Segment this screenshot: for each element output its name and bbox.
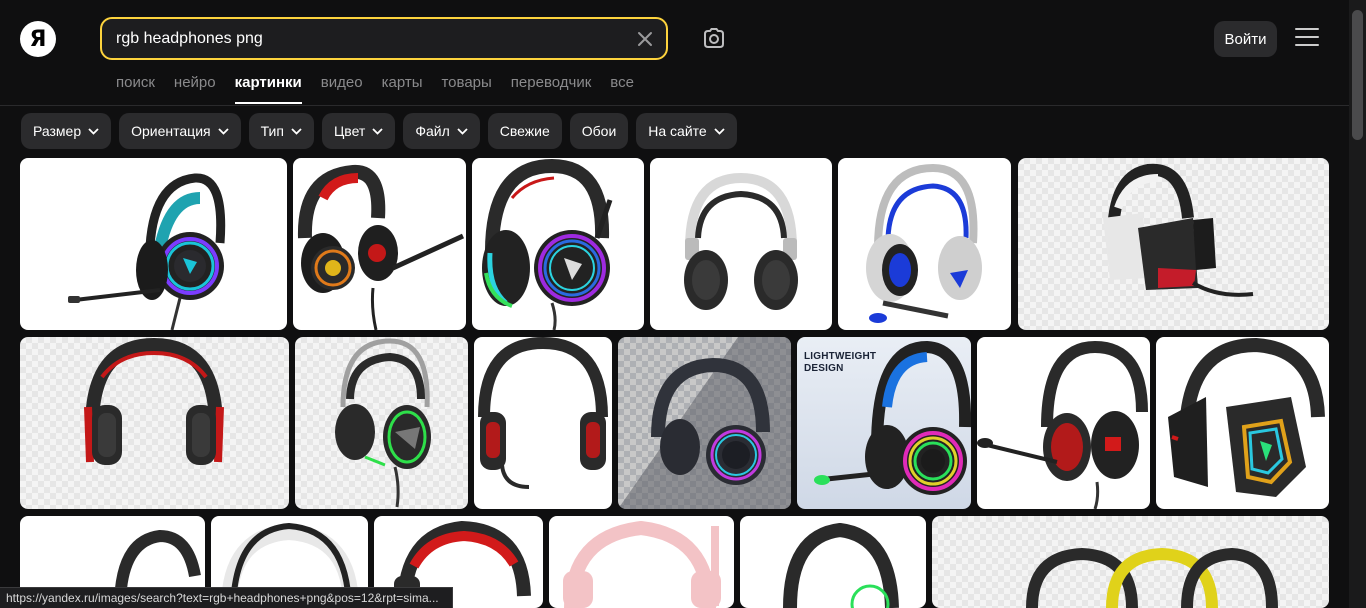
image-result[interactable] — [549, 516, 734, 608]
image-result[interactable] — [977, 337, 1150, 509]
filter-size[interactable]: Размер — [21, 113, 112, 149]
image-result[interactable] — [293, 158, 466, 330]
camera-search-icon[interactable] — [700, 25, 728, 53]
tab-video[interactable]: видео — [321, 74, 363, 104]
headphones-image — [335, 338, 431, 508]
headphones-image — [68, 173, 226, 330]
image-result[interactable] — [295, 337, 468, 509]
filter-on-site[interactable]: На сайте — [636, 113, 737, 149]
filter-color[interactable]: Цвет — [321, 113, 396, 149]
filter-label: Цвет — [333, 123, 366, 139]
image-result[interactable] — [472, 158, 644, 330]
filter-label: Файл — [415, 123, 450, 139]
headphones-image — [618, 337, 791, 509]
headphones-image — [482, 158, 613, 330]
yandex-logo[interactable]: Я — [20, 21, 56, 57]
filter-orientation[interactable]: Ориентация — [119, 113, 241, 149]
image-result[interactable] — [740, 516, 926, 608]
filter-label: Свежие — [499, 123, 550, 139]
filter-label: Обои — [581, 123, 617, 139]
headphones-image — [563, 520, 721, 608]
tab-search[interactable]: поиск — [116, 74, 155, 104]
image-result[interactable] — [1156, 337, 1329, 509]
chevron-down-icon — [457, 127, 468, 135]
filter-label: На сайте — [648, 123, 707, 139]
chevron-down-icon — [714, 127, 725, 135]
chevron-down-icon — [291, 127, 302, 135]
search-tabs: поиск нейро картинки видео карты товары … — [116, 74, 653, 104]
image-result[interactable] — [618, 337, 791, 509]
clear-icon[interactable] — [634, 28, 656, 50]
chevron-down-icon — [372, 127, 383, 135]
headphones-image — [1026, 547, 1278, 608]
page-scrollbar[interactable] — [1349, 0, 1366, 608]
scrollbar-thumb[interactable] — [1352, 10, 1363, 140]
hamburger-menu-icon[interactable] — [1295, 28, 1319, 48]
image-result[interactable]: LIGHTWEIGHT DESIGN — [797, 337, 971, 509]
image-result[interactable] — [1018, 158, 1329, 330]
tab-neuro[interactable]: нейро — [174, 74, 216, 104]
tab-products[interactable]: товары — [441, 74, 491, 104]
filter-file[interactable]: Файл — [403, 113, 480, 149]
image-result[interactable] — [20, 337, 289, 509]
image-result[interactable] — [838, 158, 1011, 330]
headphones-image — [783, 522, 899, 608]
tab-maps[interactable]: карты — [382, 74, 423, 104]
headphones-image — [297, 164, 465, 330]
login-button[interactable]: Войти — [1214, 21, 1277, 57]
headphones-image — [977, 340, 1148, 509]
status-bar-url: https://yandex.ru/images/search?text=rgb… — [0, 587, 453, 608]
image-result[interactable] — [932, 516, 1329, 608]
filter-label: Ориентация — [131, 123, 211, 139]
image-result[interactable] — [474, 337, 612, 509]
search-input[interactable] — [116, 19, 626, 58]
filter-bar: Размер Ориентация Тип Цвет Файл Свежие О… — [21, 113, 737, 149]
headphones-image — [1103, 163, 1254, 297]
chevron-down-icon — [217, 127, 229, 135]
tab-all[interactable]: все — [610, 74, 634, 104]
filter-type[interactable]: Тип — [248, 113, 314, 149]
filter-label: Тип — [260, 123, 284, 139]
filter-label: Размер — [33, 123, 82, 139]
headphones-image — [866, 163, 982, 323]
image-result[interactable] — [20, 158, 287, 330]
tab-images[interactable]: картинки — [234, 74, 302, 104]
headphones-image — [84, 337, 224, 465]
search-box[interactable] — [100, 17, 668, 60]
filter-fresh[interactable]: Свежие — [487, 113, 562, 149]
tab-translator[interactable]: переводчик — [511, 74, 591, 104]
headphones-image — [814, 340, 971, 495]
header: Я Войти поиск нейро картинки видео карты… — [0, 0, 1366, 106]
headphones-image — [684, 172, 798, 310]
chevron-down-icon — [88, 127, 99, 135]
filter-wallpapers[interactable]: Обои — [569, 113, 629, 149]
headphones-image — [1168, 337, 1325, 497]
image-result[interactable] — [650, 158, 832, 330]
headphones-image — [478, 337, 608, 489]
